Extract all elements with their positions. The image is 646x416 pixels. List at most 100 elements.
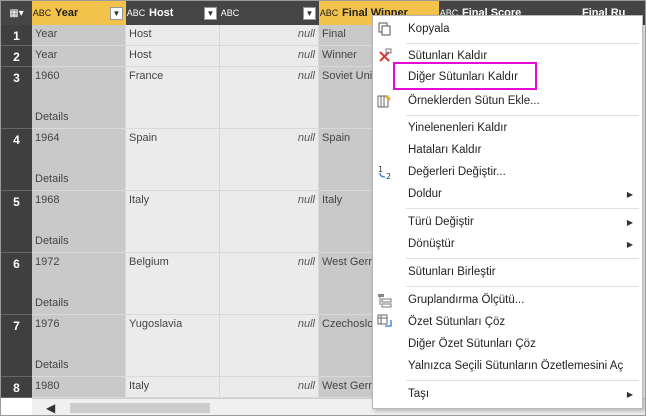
- menu-item-label: Dönüştür: [408, 238, 455, 250]
- menu-item-label: Örneklerden Sütun Ekle...: [408, 95, 540, 107]
- row-number[interactable]: 5: [1, 191, 32, 253]
- menu-separator: [406, 43, 639, 44]
- null-cell[interactable]: null: [220, 46, 319, 67]
- menu-item-label: Değerleri Değiştir...: [408, 166, 506, 178]
- menu-item-transform[interactable]: Dönüştür ▶: [373, 234, 642, 254]
- menu-item-replace-values[interactable]: 12 Değerleri Değiştir...: [373, 162, 642, 182]
- filter-dropdown-icon[interactable]: ▼: [204, 6, 217, 20]
- details-text: Details: [35, 111, 69, 123]
- null-cell[interactable]: null: [220, 129, 319, 191]
- column-header-year[interactable]: ABC Year ▼: [32, 1, 126, 25]
- row-number[interactable]: 2: [1, 46, 32, 67]
- details-text: Details: [35, 297, 69, 309]
- table-cell[interactable]: Italy: [126, 377, 220, 398]
- menu-item-label: Taşı: [408, 388, 430, 400]
- menu-item-unpivot-other-columns[interactable]: Diğer Özet Sütunları Çöz: [373, 334, 642, 354]
- details-text: Details: [35, 359, 69, 371]
- menu-item-label: Hataları Kaldır: [408, 144, 482, 156]
- row-number[interactable]: 6: [1, 253, 32, 315]
- menu-item-label: Sütunları Kaldır: [408, 50, 488, 62]
- row-number[interactable]: 3: [1, 67, 32, 129]
- table-cell[interactable]: Year: [32, 46, 126, 67]
- unpivot-icon: [376, 313, 394, 331]
- details-text: Details: [35, 173, 69, 185]
- details-text: Details: [35, 235, 69, 247]
- cell-value: 1964: [35, 132, 60, 144]
- menu-item-copy[interactable]: Kopyala: [373, 19, 642, 39]
- menu-item-label: Sütunları Birleştir: [408, 266, 496, 278]
- menu-item-label: Gruplandırma Ölçütü...: [408, 294, 525, 306]
- table-cell[interactable]: 1968 Details: [32, 191, 126, 253]
- column-header-label: Host: [149, 7, 174, 19]
- menu-item-merge-columns[interactable]: Sütunları Birleştir: [373, 262, 642, 282]
- replace-values-icon: 12: [376, 163, 394, 181]
- table-cell[interactable]: Host: [126, 25, 220, 46]
- submenu-arrow-icon: ▶: [626, 189, 633, 199]
- menu-item-change-type[interactable]: Türü Değiştir ▶: [373, 212, 642, 232]
- submenu-arrow-icon: ▶: [626, 389, 633, 399]
- filter-dropdown-icon[interactable]: ▼: [303, 6, 316, 20]
- text-type-icon[interactable]: ABC: [32, 8, 52, 18]
- filter-dropdown-icon[interactable]: ▼: [110, 6, 123, 20]
- menu-item-fill[interactable]: Doldur ▶: [373, 184, 642, 204]
- column-from-examples-icon: [376, 92, 394, 110]
- text-type-icon[interactable]: ABC: [319, 8, 339, 18]
- null-cell[interactable]: null: [220, 253, 319, 315]
- null-cell[interactable]: null: [220, 191, 319, 253]
- menu-item-remove-duplicates[interactable]: Yinelenenleri Kaldır: [373, 118, 642, 138]
- text-type-icon[interactable]: ABC: [220, 8, 240, 18]
- menu-item-label: Türü Değiştir: [408, 216, 474, 228]
- copy-icon: [376, 20, 394, 38]
- menu-item-label: Yalnızca Seçili Sütunların Özetlemesini …: [408, 360, 624, 372]
- scrollbar-thumb[interactable]: [70, 403, 210, 413]
- cell-value: 1972: [35, 256, 60, 268]
- menu-item-label: Yinelenenleri Kaldır: [408, 122, 508, 134]
- table-cell[interactable]: 1972 Details: [32, 253, 126, 315]
- table-cell[interactable]: Spain: [126, 129, 220, 191]
- table-cell[interactable]: Yugoslavia: [126, 315, 220, 377]
- null-cell[interactable]: null: [220, 25, 319, 46]
- text-type-icon[interactable]: ABC: [126, 8, 146, 18]
- menu-item-group-by[interactable]: Gruplandırma Ölçütü...: [373, 290, 642, 310]
- table-cell[interactable]: 1964 Details: [32, 129, 126, 191]
- scroll-left-icon[interactable]: ◀: [46, 401, 55, 415]
- table-menu-icon[interactable]: ▦▾: [1, 1, 32, 25]
- table-cell[interactable]: Year: [32, 25, 126, 46]
- row-number[interactable]: 1: [1, 25, 32, 46]
- menu-item-label: Diğer Özet Sütunları Çöz: [408, 338, 536, 350]
- row-number[interactable]: 4: [1, 129, 32, 191]
- cell-value: 1976: [35, 318, 60, 330]
- highlight-box: [393, 62, 537, 90]
- submenu-arrow-icon: ▶: [626, 217, 633, 227]
- menu-item-label: Kopyala: [408, 23, 450, 35]
- svg-text:1: 1: [378, 165, 383, 174]
- table-cell[interactable]: 1980: [32, 377, 126, 398]
- menu-separator: [406, 258, 639, 259]
- column-header-unnamed[interactable]: ABC ▼: [220, 1, 319, 25]
- null-cell[interactable]: null: [220, 315, 319, 377]
- menu-item-remove-errors[interactable]: Hataları Kaldır: [373, 140, 642, 160]
- column-header-host[interactable]: ABC Host ▼: [126, 1, 220, 25]
- group-by-icon: [376, 291, 394, 309]
- null-cell[interactable]: null: [220, 67, 319, 129]
- menu-item-unpivot-columns[interactable]: Özet Sütunları Çöz: [373, 312, 642, 332]
- table-cell[interactable]: 1960 Details: [32, 67, 126, 129]
- query-editor-grid: ▦▾ ABC Year ▼ ABC Host ▼ ABC ▼ ABC Final…: [0, 0, 646, 416]
- row-number[interactable]: 8: [1, 377, 32, 398]
- column-header-label: Year: [55, 7, 79, 19]
- remove-columns-icon: [376, 47, 394, 65]
- table-cell[interactable]: Italy: [126, 191, 220, 253]
- table-cell[interactable]: Belgium: [126, 253, 220, 315]
- table-cell[interactable]: Host: [126, 46, 220, 67]
- table-cell[interactable]: France: [126, 67, 220, 129]
- svg-text:2: 2: [386, 172, 391, 180]
- table-cell[interactable]: 1976 Details: [32, 315, 126, 377]
- null-cell[interactable]: null: [220, 377, 319, 398]
- menu-item-move[interactable]: Taşı ▶: [373, 384, 642, 404]
- row-number[interactable]: 7: [1, 315, 32, 377]
- menu-item-add-column-from-examples[interactable]: Örneklerden Sütun Ekle...: [373, 91, 642, 111]
- menu-separator: [406, 380, 639, 381]
- menu-separator: [406, 286, 639, 287]
- menu-separator: [406, 115, 639, 116]
- menu-item-unpivot-only-selected[interactable]: Yalnızca Seçili Sütunların Özetlemesini …: [373, 356, 642, 376]
